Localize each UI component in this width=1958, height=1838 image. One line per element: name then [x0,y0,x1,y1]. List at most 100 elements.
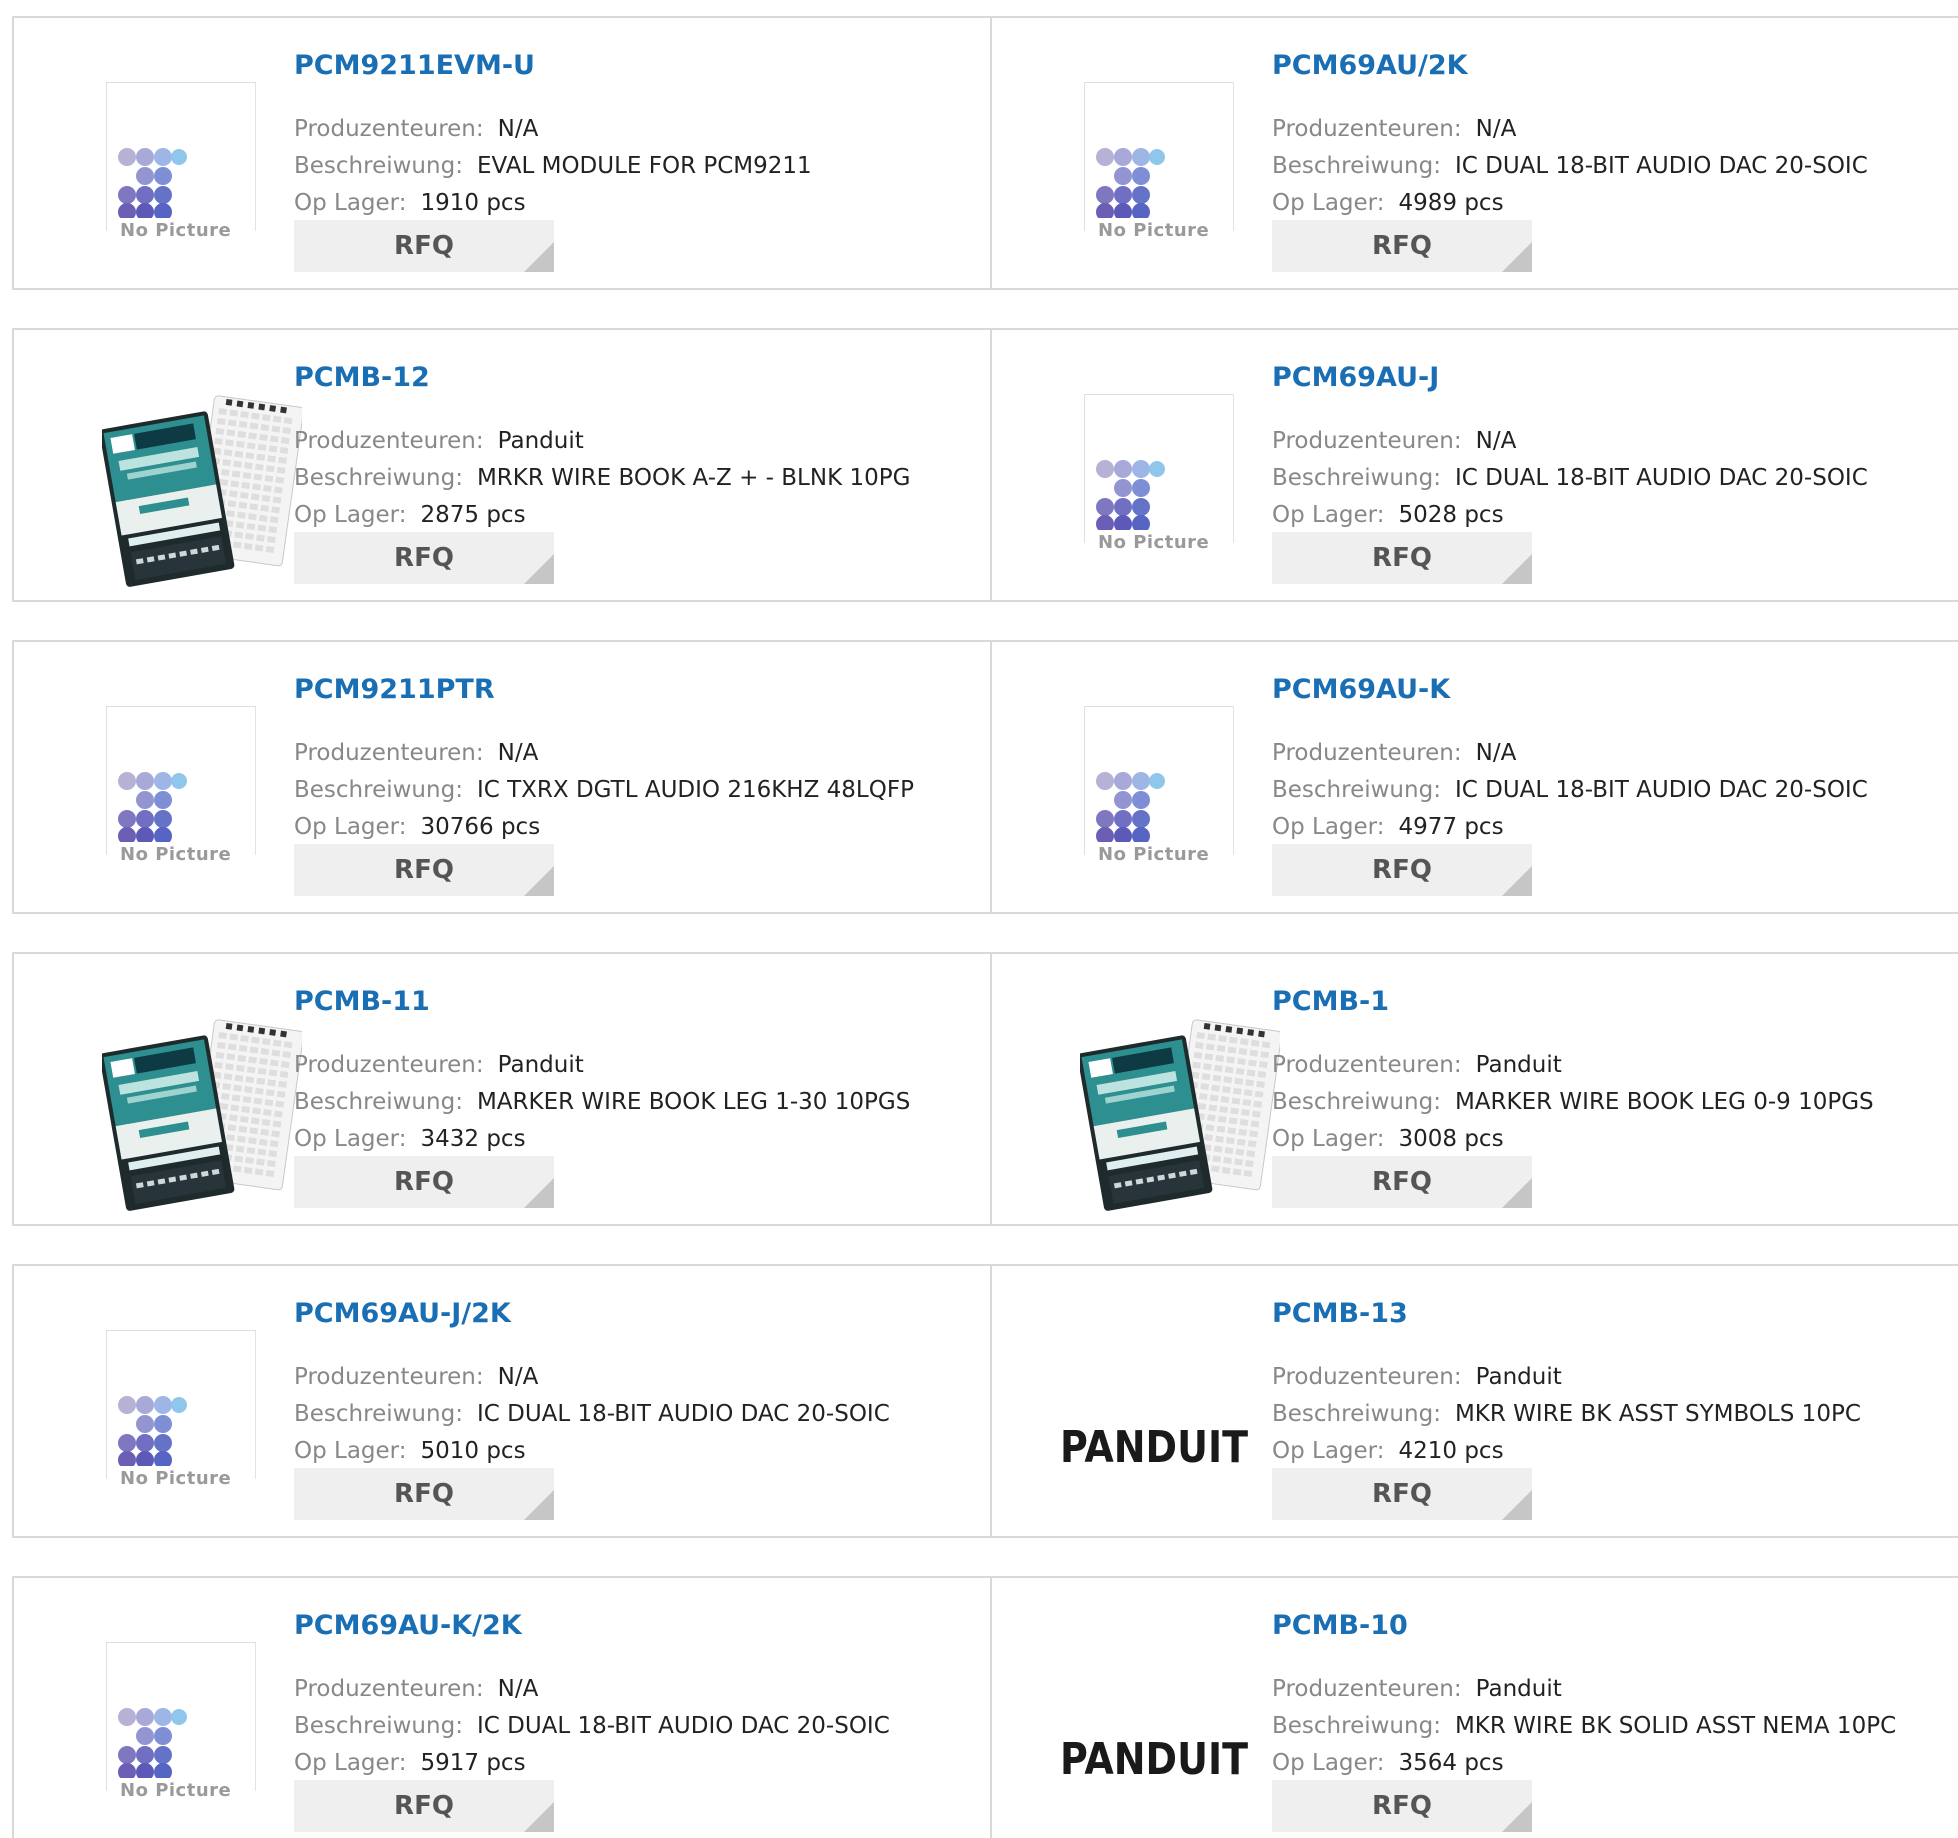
manufacturer-value: Panduit [1475,1052,1562,1078]
panduit-logo-image[interactable]: PANDUIT [1032,1290,1248,1510]
stock-value: 3564 pcs [1398,1750,1504,1776]
manufacturer-value: Panduit [497,428,584,454]
manufacturer-label: Produzenteuren: [294,1676,484,1702]
marker-book-image[interactable] [1032,978,1280,1211]
rfq-label: RFQ [1372,231,1432,261]
no-picture-placeholder[interactable]: No Picture [54,42,264,262]
rfq-button[interactable]: RFQ [294,1156,554,1208]
manufacturer-value: N/A [497,116,539,142]
no-picture-placeholder[interactable]: No Picture [1032,666,1242,886]
rfq-button[interactable]: RFQ [1272,1156,1532,1208]
stock-line: Op Lager: 4210 pcs [1272,1438,1504,1464]
description-line: Beschreiwung: IC DUAL 18-BIT AUDIO DAC 20… [1272,153,1868,179]
marker-book-image[interactable] [54,354,302,587]
manufacturer-label: Produzenteuren: [294,428,484,454]
manufacturer-label: Produzenteuren: [1272,1676,1462,1702]
no-picture-label: No Picture [1098,844,1210,865]
stock-label: Op Lager: [294,814,407,840]
rfq-corner-decoration [1502,1178,1532,1208]
rfq-corner-decoration [1502,866,1532,896]
product-title-link[interactable]: PCM9211PTR [294,674,495,705]
rfq-button[interactable]: RFQ [294,844,554,896]
manufacturer-label: Produzenteuren: [1272,1052,1462,1078]
marker-book-image[interactable] [54,978,302,1211]
product-title-link[interactable]: PCMB-11 [294,986,430,1017]
no-picture-label: No Picture [1098,220,1210,241]
no-picture-placeholder[interactable]: No Picture [54,1290,264,1510]
product-title-link[interactable]: PCMB-1 [1272,986,1389,1017]
description-label: Beschreiwung: [1272,465,1441,491]
product-card: PANDUIT PCMB-10 Produzenteuren: Panduit B… [992,1578,1958,1838]
manufacturer-line: Produzenteuren: N/A [1272,428,1516,454]
product-title-link[interactable]: PCM69AU-K/2K [294,1610,522,1641]
product-title-link[interactable]: PCM69AU-J/2K [294,1298,511,1329]
rfq-corner-decoration [524,554,554,584]
no-picture-icon [118,772,187,842]
product-title-link[interactable]: PCMB-10 [1272,1610,1408,1641]
panduit-logo: PANDUIT [1060,1422,1248,1473]
manufacturer-line: Produzenteuren: N/A [294,740,538,766]
description-line: Beschreiwung: MKR WIRE BK SOLID ASST NEMA… [1272,1713,1896,1739]
rfq-label: RFQ [394,855,454,885]
rfq-corner-decoration [1502,1802,1532,1832]
rfq-button[interactable]: RFQ [1272,220,1532,272]
no-picture-label: No Picture [1098,532,1210,553]
no-picture-label: No Picture [120,220,232,241]
description-label: Beschreiwung: [294,777,463,803]
manufacturer-line: Produzenteuren: Panduit [1272,1052,1562,1078]
rfq-button[interactable]: RFQ [1272,1468,1532,1520]
no-picture-placeholder[interactable]: No Picture [54,666,264,886]
product-title-link[interactable]: PCM69AU-J [1272,362,1439,393]
description-value: MARKER WIRE BOOK LEG 0-9 10PGS [1454,1089,1874,1115]
product-title-link[interactable]: PCM69AU/2K [1272,50,1468,81]
stock-value: 5028 pcs [1398,502,1504,528]
rfq-label: RFQ [394,543,454,573]
manufacturer-label: Produzenteuren: [294,1052,484,1078]
manufacturer-line: Produzenteuren: N/A [294,116,538,142]
stock-line: Op Lager: 5917 pcs [294,1750,526,1776]
rfq-button[interactable]: RFQ [294,1780,554,1832]
rfq-button[interactable]: RFQ [1272,1780,1532,1832]
no-picture-icon [1096,460,1165,530]
description-value: MKR WIRE BK ASST SYMBOLS 10PC [1454,1401,1861,1427]
panduit-logo-image[interactable]: PANDUIT [1032,1602,1248,1822]
no-picture-placeholder[interactable]: No Picture [54,1602,264,1822]
stock-label: Op Lager: [1272,814,1385,840]
description-line: Beschreiwung: IC DUAL 18-BIT AUDIO DAC 20… [294,1401,890,1427]
product-row: PCMB-11 Produzenteuren: Panduit Beschreiw… [12,952,1958,1226]
description-value: IC DUAL 18-BIT AUDIO DAC 20-SOIC [1454,153,1868,179]
manufacturer-value: Panduit [1475,1364,1562,1390]
no-picture-placeholder[interactable]: No Picture [1032,42,1242,262]
description-line: Beschreiwung: IC DUAL 18-BIT AUDIO DAC 20… [294,1713,890,1739]
product-row: No Picture PCM9211EVM-U Produzenteuren: N… [12,16,1958,290]
description-line: Beschreiwung: IC TXRX DGTL AUDIO 216KHZ 4… [294,777,914,803]
manufacturer-value: N/A [497,740,539,766]
description-value: MKR WIRE BK SOLID ASST NEMA 10PC [1454,1713,1897,1739]
stock-value: 2875 pcs [420,502,526,528]
stock-label: Op Lager: [1272,502,1385,528]
rfq-label: RFQ [394,1479,454,1509]
rfq-button[interactable]: RFQ [294,220,554,272]
description-value: IC DUAL 18-BIT AUDIO DAC 20-SOIC [476,1401,890,1427]
product-title-link[interactable]: PCM9211EVM-U [294,50,535,81]
stock-value: 4210 pcs [1398,1438,1504,1464]
stock-label: Op Lager: [294,1438,407,1464]
product-title-link[interactable]: PCMB-13 [1272,1298,1408,1329]
no-picture-icon [118,148,187,218]
stock-line: Op Lager: 30766 pcs [294,814,540,840]
stock-value: 5010 pcs [420,1438,526,1464]
stock-label: Op Lager: [294,190,407,216]
description-value: MRKR WIRE BOOK A-Z + - BLNK 10PG [476,465,911,491]
rfq-button[interactable]: RFQ [1272,532,1532,584]
product-title-link[interactable]: PCM69AU-K [1272,674,1450,705]
marker-book-icon [102,1019,302,1211]
rfq-button[interactable]: RFQ [294,532,554,584]
svg-text:PANDUIT: PANDUIT [1060,1734,1248,1785]
product-title-link[interactable]: PCMB-12 [294,362,430,393]
stock-value: 4989 pcs [1398,190,1504,216]
rfq-button[interactable]: RFQ [294,1468,554,1520]
manufacturer-label: Produzenteuren: [1272,1364,1462,1390]
no-picture-placeholder[interactable]: No Picture [1032,354,1242,574]
rfq-button[interactable]: RFQ [1272,844,1532,896]
product-card: No Picture PCM69AU-J Produzenteuren: N/A … [992,330,1958,600]
